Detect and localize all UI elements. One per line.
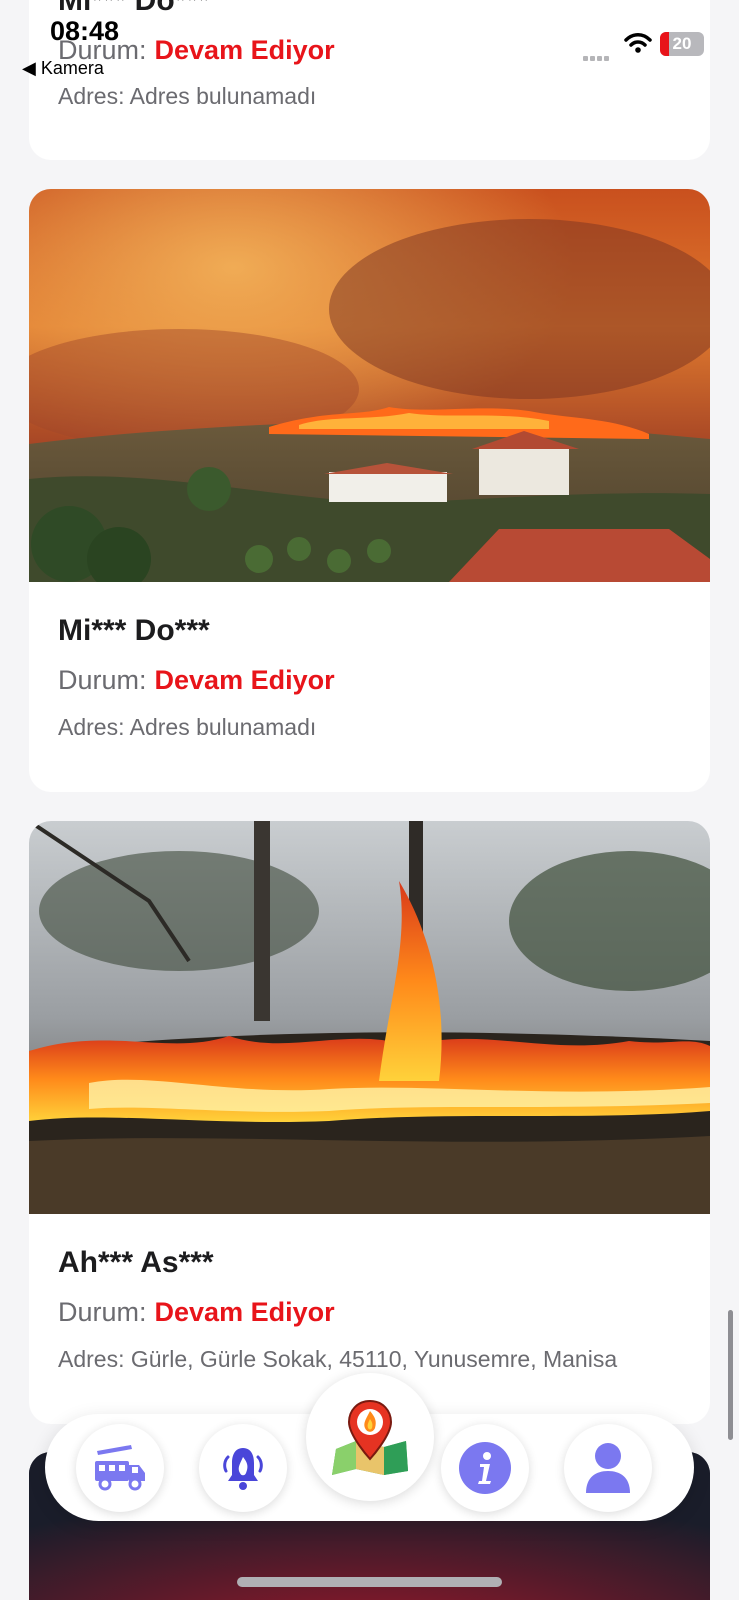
address-label: Adres: bbox=[58, 1346, 125, 1372]
scrollbar[interactable] bbox=[728, 1310, 733, 1440]
address-value: Adres bulunamadı bbox=[129, 83, 317, 109]
address-label: Adres: bbox=[58, 83, 125, 109]
status-label: Durum: bbox=[58, 665, 147, 695]
info-icon bbox=[459, 1442, 511, 1494]
status-value: Devam Ediyor bbox=[154, 1297, 335, 1327]
address-row: Adres: Gürle, Gürle Sokak, 45110, Yunuse… bbox=[58, 1346, 617, 1373]
user-icon bbox=[586, 1443, 630, 1493]
address-label: Adres: bbox=[58, 714, 125, 740]
status-row: Durum: Devam Ediyor bbox=[58, 1297, 335, 1328]
nav-fire-truck-button[interactable] bbox=[76, 1424, 164, 1512]
alarm-bell-fire-icon bbox=[223, 1448, 263, 1490]
report-card[interactable]: Mi*** Do*** Durum: Devam Ediyor Adres: Ad… bbox=[29, 0, 710, 160]
nav-alarm-button[interactable] bbox=[199, 1424, 287, 1512]
forest-floor-fire-image bbox=[29, 821, 710, 1214]
reporter-name: Mi*** Do*** bbox=[58, 0, 210, 17]
status-value: Devam Ediyor bbox=[154, 665, 335, 695]
status-value: Devam Ediyor bbox=[154, 35, 335, 65]
nav-fire-map-button[interactable] bbox=[306, 1373, 434, 1501]
address-value: Gürle, Gürle Sokak, 45110, Yunusemre, Ma… bbox=[130, 1346, 618, 1372]
nav-profile-button[interactable] bbox=[564, 1424, 652, 1512]
status-label: Durum: bbox=[58, 1297, 147, 1327]
home-indicator[interactable] bbox=[237, 1577, 502, 1587]
reporter-name: Mi*** Do*** bbox=[58, 614, 210, 647]
address-value: Adres bulunamadı bbox=[129, 714, 317, 740]
address-row: Adres: Adres bulunamadı bbox=[58, 714, 316, 741]
fire-photo bbox=[29, 189, 710, 582]
fire-map-pin-icon bbox=[332, 1399, 408, 1475]
reporter-name: Ah*** As*** bbox=[58, 1246, 214, 1279]
address-row: Adres: Adres bulunamadı bbox=[58, 83, 316, 110]
back-to-camera-link[interactable]: ◀ Kamera bbox=[22, 58, 104, 79]
report-card[interactable]: Mi*** Do*** Durum: Devam Ediyor Adres: Ad… bbox=[29, 189, 710, 792]
fire-photo bbox=[29, 821, 710, 1214]
nav-info-button[interactable] bbox=[441, 1424, 529, 1512]
wildfire-hillside-image bbox=[29, 189, 710, 582]
status-row: Durum: Devam Ediyor bbox=[58, 665, 335, 696]
fire-truck-icon bbox=[95, 1445, 145, 1491]
report-card[interactable]: Ah*** As*** Durum: Devam Ediyor Adres: Gü… bbox=[29, 821, 710, 1424]
